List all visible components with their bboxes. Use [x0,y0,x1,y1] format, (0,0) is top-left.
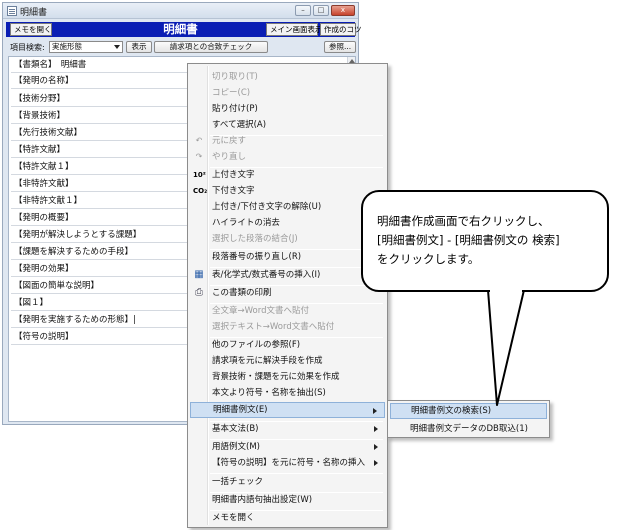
window-controls: – □ x [295,5,355,16]
menu-item-term-extract-settings[interactable]: 明細書内語句抽出設定(W) [190,492,385,508]
menu-item-selection-to-word[interactable]: 選択テキスト→Word文書へ貼付 [190,319,385,335]
table-icon: ▦ [194,269,204,280]
menu-item-merge-paragraphs[interactable]: 選択した段落の結合(J) [190,231,385,247]
menu-item-print[interactable]: ⎙ この書類の印刷 [190,285,385,301]
menu-item-select-all[interactable]: すべて選択(A) [190,117,385,133]
instruction-callout: 明細書作成画面で右クリックし、 [明細書例文] - [明細書例文の 検索] をク… [361,190,609,292]
submenu-arrow-icon [374,444,378,450]
menu-item-bulk-check[interactable]: 一括チェック [190,474,385,490]
select-value: 実施形態 [52,42,82,51]
window-title: 明細書 [20,8,48,18]
chevron-down-icon [114,45,120,49]
maximize-button[interactable]: □ [313,5,329,16]
menu-item-open-memo[interactable]: メモを開く [190,510,385,526]
context-menu: 切り取り(T) コピー(C) 貼り付け(P) すべて選択(A) ↶ 元に戻す ↷… [187,63,388,528]
menu-item-label: 表/化学式/数式番号の挿入(I) [212,270,321,280]
subscript-icon: CO₂ [193,187,208,195]
menu-item-import-examples-db[interactable]: 明細書例文データのDB取込(1) [390,421,547,437]
menu-item-label: 上付き文字 [212,170,255,180]
menu-item-label: 下付き文字 [212,186,255,196]
submenu-arrow-icon [374,426,378,432]
menu-item-insert-symbols[interactable]: 【符号の説明】を元に符号・名称の挿入 [190,455,385,471]
menu-item-basic-grammar[interactable]: 基本文法(B) [190,421,385,437]
menu-item-redo[interactable]: ↷ やり直し [190,149,385,165]
menu-item-clear-highlight[interactable]: ハイライトの消去 [190,215,385,231]
redo-icon: ↷ [195,152,203,161]
undo-icon: ↶ [195,136,203,145]
menu-item-label: 基本文法(B) [212,424,259,434]
menu-item-subscript[interactable]: CO₂ 下付き文字 [190,183,385,199]
menu-item-label: この書類の印刷 [212,288,272,298]
menu-item-all-to-word[interactable]: 全文章→Word文書へ貼付 [190,303,385,319]
menu-item-create-effect[interactable]: 背景技術・課題を元に効果を作成 [190,369,385,385]
menu-item-label: やり直し [212,152,247,162]
menu-item-insert-table[interactable]: ▦ 表/化学式/数式番号の挿入(I) [190,267,385,283]
menu-item-create-means[interactable]: 請求項を元に解決手段を作成 [190,353,385,369]
toolbar: 項目検索: 実施形態 表示 請求項との合致チェック 参照... [6,40,356,55]
header-band: 明細書 メモを開く メイン画面表示 作成のコツ [6,22,362,37]
menu-item-copy[interactable]: コピー(C) [190,85,385,101]
document-icon [7,6,17,16]
menu-item-spec-examples[interactable]: 明細書例文(E) [190,402,385,418]
minimize-button[interactable]: – [295,5,311,16]
menu-item-extract-symbols[interactable]: 本文より符号・名称を抽出(S) [190,385,385,401]
menu-item-renumber-paragraphs[interactable]: 段落番号の振り直し(R) [190,249,385,265]
printer-icon: ⎙ [195,287,203,298]
menu-item-term-examples[interactable]: 用語例文(M) [190,439,385,455]
spec-examples-submenu: 明細書例文の検索(S) 明細書例文データのDB取込(1) [387,400,550,438]
submenu-arrow-icon [373,408,377,414]
main-display-button[interactable]: メイン画面表示 [266,23,323,36]
menu-item-paste[interactable]: 貼り付け(P) [190,101,385,117]
callout-line: [明細書例文] - [明細書例文の 検索] [377,233,560,247]
menu-item-undo[interactable]: ↶ 元に戻す [190,133,385,149]
callout-line: をクリックします。 [377,252,480,266]
menu-item-cut[interactable]: 切り取り(T) [190,69,385,85]
menu-item-label: 元に戻す [212,136,247,146]
menu-item-superscript[interactable]: 10² 上付き文字 [190,167,385,183]
menu-item-label: 明細書例文(E) [213,405,268,415]
open-memo-button[interactable]: メモを開く [10,23,52,36]
reference-button[interactable]: 参照... [324,41,356,53]
close-button[interactable]: x [331,5,355,16]
menu-item-reference-other-file[interactable]: 他のファイルの参照(F) [190,337,385,353]
title-bar[interactable]: 明細書 – □ x [3,3,358,19]
callout-line: 明細書作成画面で右クリックし、 [377,214,550,228]
menu-item-clear-sup-sub[interactable]: 上付き/下付き文字の解除(U) [190,199,385,215]
search-label: 項目検索: [10,43,45,52]
tips-button[interactable]: 作成のコツ [320,23,362,36]
claims-check-button[interactable]: 請求項との合致チェック [154,41,268,53]
submenu-arrow-icon [374,460,378,466]
menu-item-label: 【符号の説明】を元に符号・名称の挿入 [212,458,366,468]
section-search-select[interactable]: 実施形態 [49,41,123,53]
display-button[interactable]: 表示 [126,41,152,53]
superscript-icon: 10² [193,171,206,179]
menu-item-search-examples[interactable]: 明細書例文の検索(S) [390,403,547,419]
menu-item-label: 用語例文(M) [212,442,260,452]
